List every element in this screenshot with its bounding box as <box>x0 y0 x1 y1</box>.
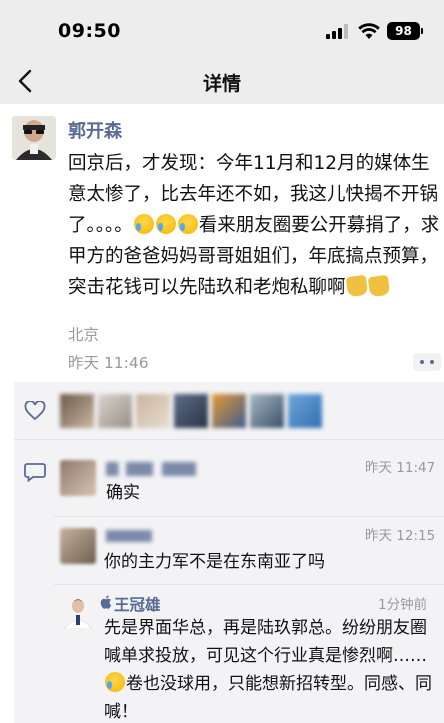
post-time: 昨天 11:46 <box>68 354 149 372</box>
comment-text[interactable]: 先是界面华总，再是陆玖郭总。纷纷朋友圈喊单求投放，可见这个行业真是惨烈啊…… 卷也… <box>104 614 440 723</box>
commenter-avatar[interactable] <box>60 593 96 629</box>
comment-time: 昨天 11:47 <box>365 460 436 476</box>
page-title: 详情 <box>202 73 241 95</box>
liker-avatar[interactable] <box>136 394 170 428</box>
liker-avatar[interactable] <box>174 394 208 428</box>
likes-row <box>14 382 444 440</box>
author-name[interactable]: 郭开森 <box>68 117 122 143</box>
comment-text-part-1: 先是界面华总，再是陆玖郭总。纷纷朋友圈喊单求投放，可见这个行业真是惨烈啊…… <box>104 618 427 666</box>
status-time: 09:50 <box>58 20 121 42</box>
commenter-name[interactable]: 王冠雄 <box>114 593 161 615</box>
status-bar: 09:50 98 <box>0 0 444 58</box>
comment-text[interactable]: 确实 <box>106 479 140 507</box>
signal-icon <box>326 24 348 39</box>
pray-emoji-icon <box>367 274 390 298</box>
interaction-panel: 昨天 11:47 确实 昨天 12:15 你的主力军不是在东南亚了吗 王冠雄 1… <box>14 382 444 723</box>
liker-avatar[interactable] <box>250 394 284 428</box>
comment-time: 昨天 12:15 <box>365 528 436 544</box>
apple-icon <box>100 595 112 609</box>
battery-indicator: 98 <box>387 22 420 40</box>
heart-icon <box>24 401 46 421</box>
author-avatar[interactable] <box>12 116 56 160</box>
post-text: 回京后，才发现：今年11月和12月的媒体生意太惨了，比去年还不如，我这儿快揭不开… <box>68 148 440 303</box>
comment-text-part-2: 卷也没球用，只能想新招转型。同感、同喊！ <box>104 674 432 722</box>
wifi-icon <box>358 23 380 39</box>
crying-emoji-icon <box>177 214 198 234</box>
more-icon[interactable] <box>413 353 441 371</box>
post-location[interactable]: 北京 <box>68 323 99 345</box>
comment-time: 1分钟前 <box>378 597 428 613</box>
comment-text[interactable]: 你的主力军不是在东南亚了吗 <box>104 548 325 576</box>
battery-cap <box>421 28 423 34</box>
crying-emoji-icon <box>105 672 125 692</box>
liker-avatar[interactable] <box>288 394 322 428</box>
nav-bar: 详情 <box>0 58 444 104</box>
pray-emoji-icon <box>345 274 368 298</box>
commenter-name-blurred[interactable] <box>106 462 196 476</box>
crying-emoji-icon <box>133 214 154 234</box>
comment-icon <box>24 463 46 482</box>
commenter-avatar[interactable] <box>60 460 96 496</box>
liker-avatar[interactable] <box>212 394 246 428</box>
commenter-avatar[interactable] <box>60 528 96 564</box>
commenter-name-blurred[interactable] <box>106 530 152 542</box>
crying-emoji-icon <box>155 214 176 234</box>
divider <box>54 584 444 585</box>
liker-avatar[interactable] <box>98 394 132 428</box>
liker-avatar[interactable] <box>60 394 94 428</box>
divider <box>54 516 444 517</box>
